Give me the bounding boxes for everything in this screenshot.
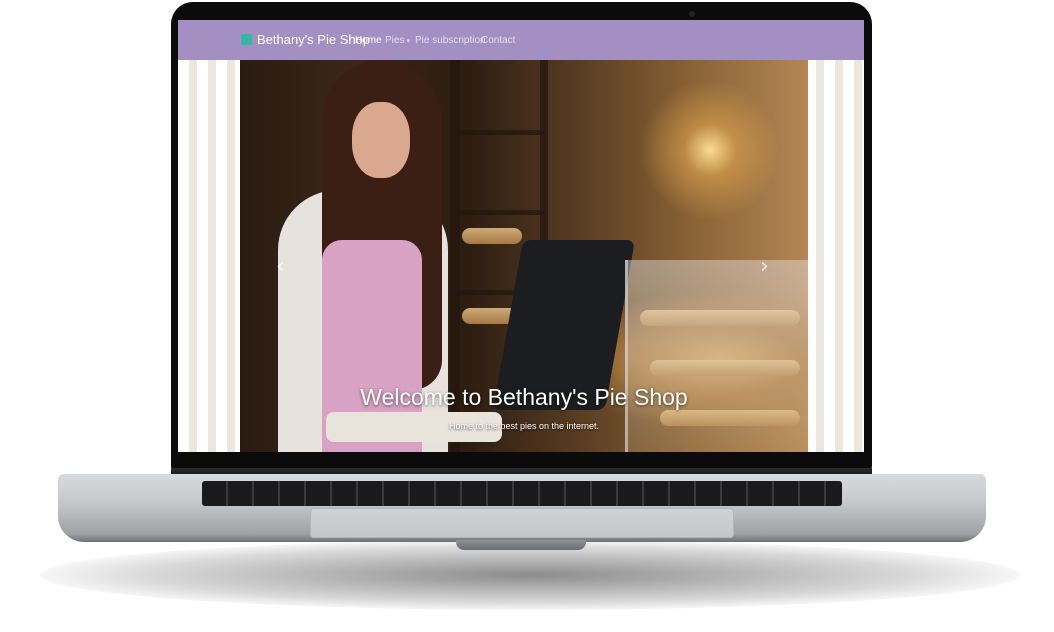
chevron-left-icon[interactable]: ‹ xyxy=(276,256,285,278)
carousel-caption-title: Welcome to Bethany's Pie Shop xyxy=(360,384,688,410)
keyboard xyxy=(202,481,842,506)
nav-pies-label: Pies xyxy=(385,35,405,46)
brand-link[interactable]: Bethany's Pie Shop xyxy=(257,32,370,47)
chevron-right-icon[interactable]: › xyxy=(760,256,769,278)
camera xyxy=(689,11,695,17)
hero-carousel: ‹ › Welcome to Bethany's Pie Shop Home t… xyxy=(240,60,808,452)
browser-viewport: Bethany's Pie Shop Home Pies ▾ Pie subscr… xyxy=(178,20,864,452)
nav-home[interactable]: Home xyxy=(355,35,382,46)
nav-pies-dropdown[interactable]: Pies ▾ xyxy=(385,35,410,46)
laptop-shadow xyxy=(40,540,1020,610)
navbar: Bethany's Pie Shop Home Pies ▾ Pie subscr… xyxy=(178,20,864,60)
caret-down-icon: ▾ xyxy=(406,38,410,45)
lid-notch xyxy=(456,540,586,550)
pie-logo-icon xyxy=(241,34,252,45)
nav-contact[interactable]: Contact xyxy=(481,35,515,46)
nav-pie-subscription[interactable]: Pie subscription xyxy=(415,35,486,46)
trackpad xyxy=(310,508,734,538)
carousel-caption-text: Home to the best pies on the internet. xyxy=(448,421,600,431)
